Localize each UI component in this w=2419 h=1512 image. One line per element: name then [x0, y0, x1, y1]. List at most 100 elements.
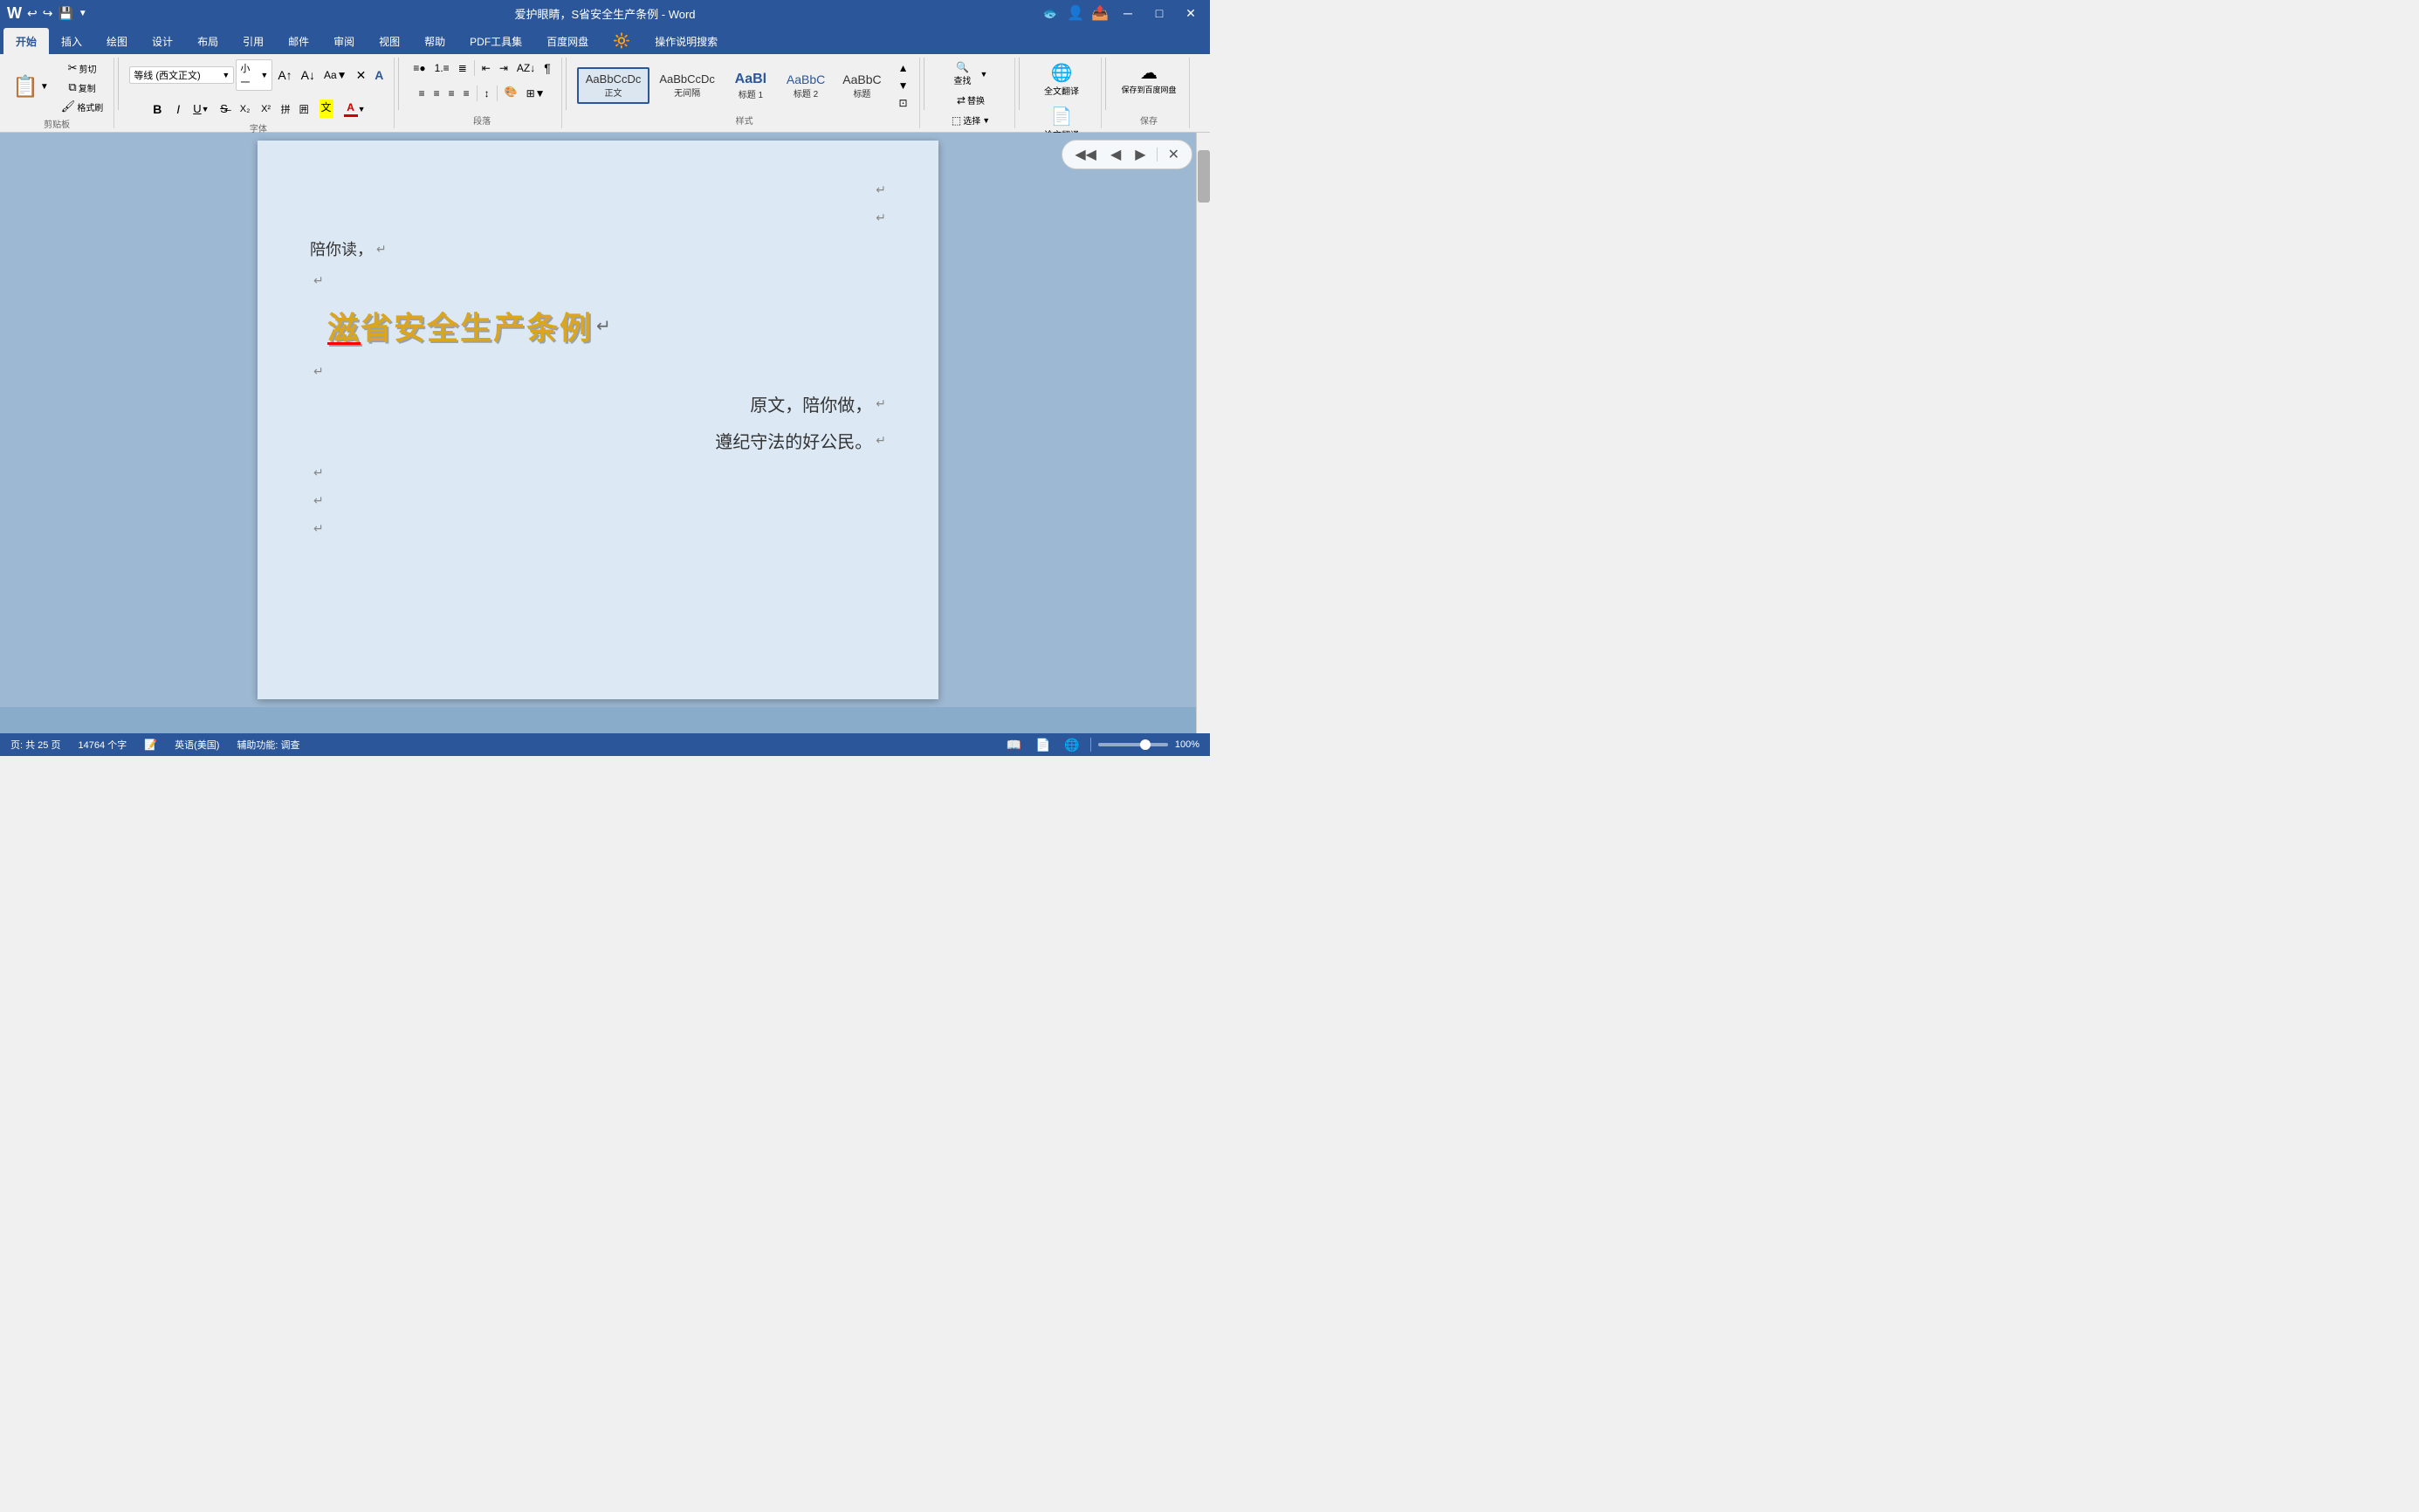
phonetic-btn[interactable]: 拼 — [278, 100, 294, 118]
status-spell-check[interactable]: 📝 — [144, 739, 157, 751]
shading-btn[interactable]: 🎨 — [501, 84, 521, 102]
zoom-level[interactable]: 100% — [1175, 739, 1199, 750]
clipboard-label: 剪贴板 — [44, 115, 70, 130]
read-prev-btn[interactable]: ◀ — [1107, 144, 1124, 165]
zoom-slider[interactable] — [1098, 743, 1168, 746]
align-right-btn[interactable]: ≡ — [445, 86, 458, 101]
tab-draw[interactable]: 绘图 — [94, 28, 140, 54]
tab-home[interactable]: 开始 — [3, 28, 49, 54]
maximize-btn[interactable]: □ — [1147, 3, 1172, 23]
style-normal[interactable]: AaBbCcDc 正文 — [577, 67, 650, 104]
size-dropdown-icon[interactable]: ▼ — [260, 71, 268, 79]
status-accessibility[interactable]: 辅助功能: 调查 — [237, 738, 299, 752]
user-avatar[interactable]: 👤 — [1067, 4, 1084, 22]
tab-view[interactable]: 视图 — [367, 28, 412, 54]
full-translate-btn[interactable]: 🌐 全文翻译 — [1039, 59, 1084, 100]
show-marks-btn[interactable]: ¶ — [540, 59, 554, 77]
paragraph-7[interactable]: 原文，陪你做， ↵ — [310, 385, 886, 422]
tab-baidu[interactable]: 百度网盘 — [534, 28, 601, 54]
align-center-btn[interactable]: ≡ — [430, 86, 443, 101]
styles-up-btn[interactable]: ▲ — [895, 60, 912, 76]
style-no-space[interactable]: AaBbCcDc 无间隔 — [651, 68, 723, 103]
clear-format-btn[interactable]: ✕ — [353, 66, 370, 85]
multilevel-btn[interactable]: ≣ — [455, 60, 471, 76]
sort-btn[interactable]: AZ↓ — [513, 60, 539, 76]
tab-design[interactable]: 设计 — [140, 28, 185, 54]
bold-btn[interactable]: B — [148, 100, 167, 118]
document-area[interactable]: ↵ ↵ 陪你读， ↵ ↵ 滋省安全生产条例 ↵ — [0, 133, 1196, 707]
share-icon[interactable]: 📤 — [1091, 4, 1109, 22]
paragraph-3[interactable]: 陪你读， ↵ — [310, 231, 886, 266]
tab-insert[interactable]: 插入 — [49, 28, 94, 54]
tab-references[interactable]: 引用 — [230, 28, 276, 54]
style-h1[interactable]: AaBl 标题 1 — [725, 67, 777, 105]
line-spacing-btn[interactable]: ↕ — [481, 86, 493, 101]
scroll-thumb[interactable] — [1198, 150, 1210, 203]
justify-btn[interactable]: ≡ — [460, 86, 473, 101]
view-web-btn[interactable]: 🌐 — [1061, 736, 1082, 754]
read-close-btn[interactable]: ✕ — [1165, 144, 1183, 165]
styles-down-btn[interactable]: ▼ — [895, 78, 912, 93]
font-dropdown-icon[interactable]: ▼ — [222, 71, 230, 79]
close-btn[interactable]: ✕ — [1179, 3, 1203, 23]
replace-btn[interactable]: ⇄ 替换 — [953, 92, 988, 108]
strikethrough-btn[interactable]: S̶ — [215, 100, 234, 117]
cut-btn[interactable]: ✂ 剪切 — [58, 59, 107, 77]
style-h2[interactable]: AaBbC 标题 2 — [779, 68, 833, 104]
view-read-btn[interactable]: 📖 — [1003, 736, 1025, 754]
subscript-btn[interactable]: X₂ — [236, 102, 255, 116]
tab-light[interactable]: 🔆 — [601, 28, 643, 54]
increase-font-btn[interactable]: A↑ — [274, 66, 295, 84]
zoom-thumb[interactable] — [1140, 739, 1151, 750]
copy-btn[interactable]: ⧉ 复制 — [58, 79, 107, 96]
read-prev-prev-btn[interactable]: ◀◀ — [1071, 144, 1100, 165]
styles-label: 样式 — [736, 112, 753, 127]
return-mark-8: ↵ — [876, 433, 886, 448]
vertical-scrollbar[interactable] — [1196, 133, 1210, 733]
select-btn[interactable]: ⬚ 选择 ▼ — [948, 112, 993, 128]
text-effects-btn[interactable]: A — [371, 66, 387, 84]
italic-btn[interactable]: I — [168, 100, 188, 118]
redo-btn[interactable]: ↪ — [43, 6, 53, 21]
quick-save-btn[interactable]: 💾 — [58, 6, 72, 21]
increase-indent-btn[interactable]: ⇥ — [496, 60, 512, 76]
search-operations[interactable]: 操作说明搜索 — [643, 28, 730, 54]
minimize-btn[interactable]: ─ — [1116, 3, 1140, 23]
tab-review[interactable]: 审阅 — [321, 28, 367, 54]
enclose-btn[interactable]: 囲 — [296, 100, 313, 118]
superscript-btn[interactable]: X² — [257, 102, 276, 116]
bullets-btn[interactable]: ≡● — [409, 60, 429, 76]
tab-help[interactable]: 帮助 — [412, 28, 457, 54]
styles-more-btn[interactable]: ⊡ — [895, 95, 912, 111]
style-title[interactable]: AaBbC 标题 — [835, 68, 889, 104]
font-size-selector[interactable]: 小一 ▼ — [236, 59, 272, 91]
font-name-selector[interactable]: 等线 (西文正文) ▼ — [129, 66, 234, 84]
numbering-btn[interactable]: 1.≡ — [431, 60, 453, 76]
separator-line — [1090, 738, 1091, 752]
tab-pdf[interactable]: PDF工具集 — [457, 28, 534, 54]
font-color-btn[interactable]: A ▼ — [340, 100, 369, 119]
document-page[interactable]: ↵ ↵ 陪你读， ↵ ↵ 滋省安全生产条例 ↵ — [258, 141, 938, 699]
find-btn[interactable]: 🔍 查找 — [951, 59, 975, 88]
format-painter-btn[interactable]: 🖌 格式刷 — [58, 98, 107, 115]
status-language[interactable]: 英语(美国) — [175, 738, 219, 752]
user-icon[interactable]: 🐟 — [1042, 4, 1060, 22]
highlight-btn[interactable]: 文 — [314, 98, 339, 120]
change-case-btn[interactable]: Aa▼ — [320, 67, 351, 83]
tab-mailings[interactable]: 邮件 — [276, 28, 321, 54]
decrease-indent-btn[interactable]: ⇤ — [478, 60, 494, 76]
paste-btn[interactable]: 📋 ▼ — [7, 72, 54, 103]
find-dropdown-icon[interactable]: ▼ — [977, 68, 992, 80]
undo-btn[interactable]: ↩ — [27, 6, 38, 21]
save-baidu-btn[interactable]: ☁ 保存到百度网盘 — [1117, 59, 1182, 98]
decrease-font-btn[interactable]: A↓ — [298, 66, 319, 84]
align-left-btn[interactable]: ≡ — [416, 86, 429, 101]
underline-btn[interactable]: U ▼ — [189, 100, 212, 117]
paragraph-8[interactable]: 遵纪守法的好公民。 ↵ — [310, 422, 886, 458]
tab-layout[interactable]: 布局 — [185, 28, 230, 54]
dropdown-icon[interactable]: ▼ — [79, 9, 87, 18]
read-next-btn[interactable]: ▶ — [1131, 144, 1149, 165]
borders-btn[interactable]: ⊞▼ — [523, 86, 549, 101]
view-print-btn[interactable]: 📄 — [1032, 736, 1054, 754]
paragraph-title[interactable]: 滋省安全生产条例 ↵ — [310, 294, 886, 357]
